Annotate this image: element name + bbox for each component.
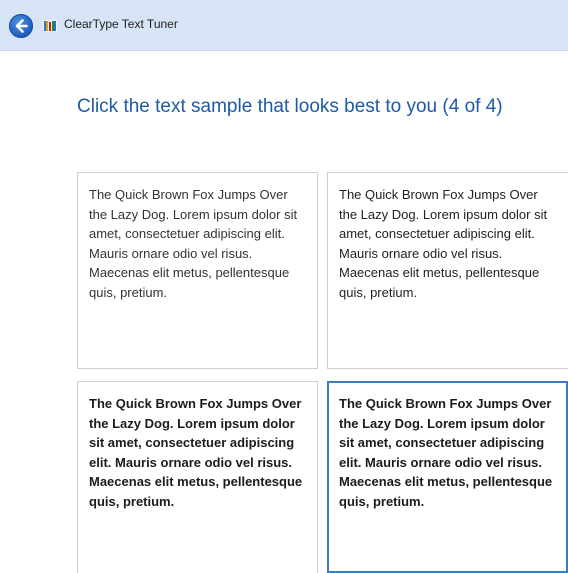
cleartype-tuner-page: ClearType Text Tuner Click the text samp…: [0, 0, 568, 573]
sample-text: The Quick Brown Fox Jumps Over the Lazy …: [89, 187, 298, 300]
title-bar: ClearType Text Tuner: [0, 0, 568, 51]
sample-text: The Quick Brown Fox Jumps Over the Lazy …: [89, 396, 303, 509]
cleartype-app-icon: [43, 19, 57, 32]
text-sample-1[interactable]: The Quick Brown Fox Jumps Over the Lazy …: [77, 172, 318, 369]
window-title: ClearType Text Tuner: [64, 17, 178, 31]
back-arrow-icon[interactable]: [9, 14, 33, 38]
sample-text: The Quick Brown Fox Jumps Over the Lazy …: [339, 187, 548, 300]
text-sample-2[interactable]: The Quick Brown Fox Jumps Over the Lazy …: [327, 172, 568, 369]
text-sample-4[interactable]: The Quick Brown Fox Jumps Over the Lazy …: [327, 381, 568, 573]
sample-text: The Quick Brown Fox Jumps Over the Lazy …: [339, 396, 553, 509]
text-sample-3[interactable]: The Quick Brown Fox Jumps Over the Lazy …: [77, 381, 318, 573]
page-heading: Click the text sample that looks best to…: [77, 96, 503, 117]
